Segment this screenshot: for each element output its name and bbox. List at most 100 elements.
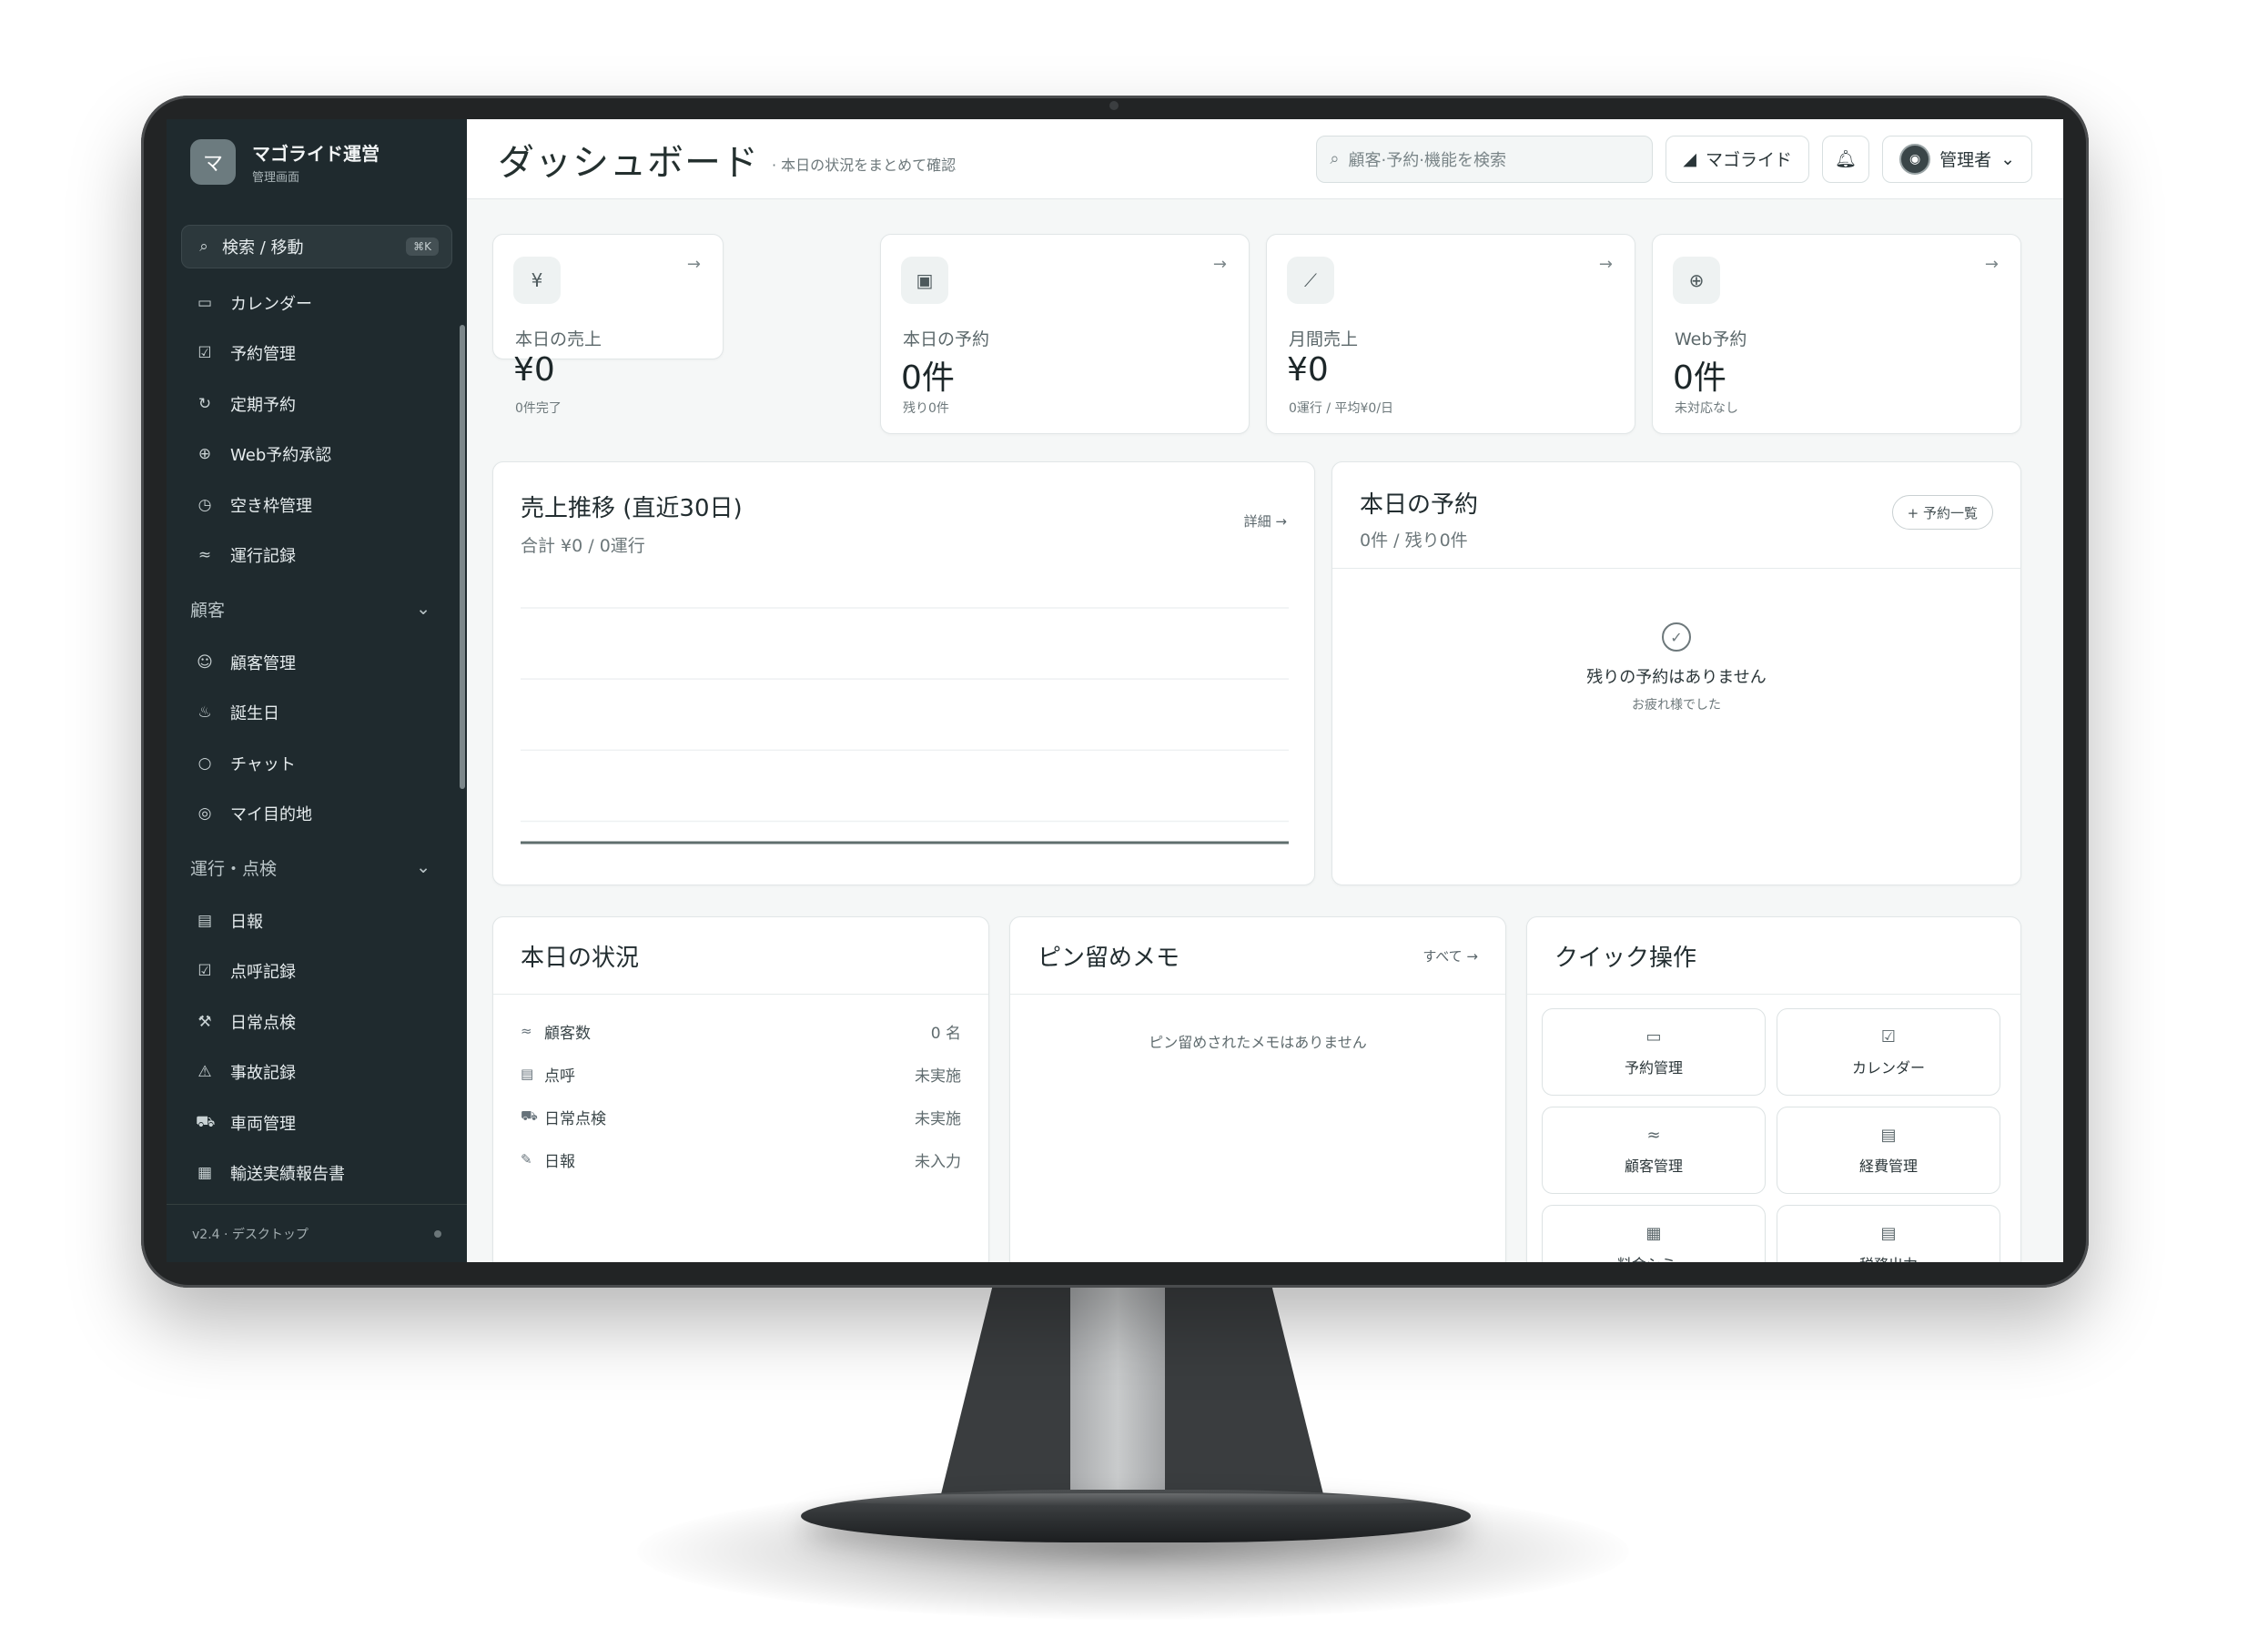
sidebar-item-label: 運行記録 <box>230 547 296 567</box>
calendar-icon: ▭ <box>197 293 213 312</box>
cake-icon: ♨ <box>197 703 212 723</box>
sidebar-item-birthdays[interactable]: ♨ 誕生日 <box>167 688 467 739</box>
quick-reservations-button[interactable]: ▭ 予約管理 <box>1542 1008 1766 1096</box>
sidebar-item-daily-report[interactable]: ▤ 日報 <box>167 895 467 946</box>
sidebar-item-label: Web予約承認 <box>230 446 332 466</box>
map-pin-icon: ◎ <box>197 804 212 824</box>
clipboard-icon: ▤ <box>521 1066 534 1082</box>
main-content: ダッシュボード · 本日の状況をまとめて確認 ⌕ 顧客·予約·機能を検索 ◢ マ… <box>467 119 2063 1262</box>
leaf-icon: ◢ <box>1683 148 1697 169</box>
sidebar-search[interactable]: ⌕ 検索 / 移動 ⌘K <box>181 225 452 268</box>
quick-tax-export-button[interactable]: ▤税務出力 <box>1777 1205 2000 1262</box>
stat-note: 残り0件 <box>903 401 949 416</box>
yen-icon: ¥ <box>513 257 561 304</box>
calendar-icon: ▭ <box>1645 1026 1662 1046</box>
status-row-inspection: ⛟ 日常点検 未実施 <box>521 1107 961 1128</box>
memo-empty-text: ピン留めされたメモはありません <box>1149 1034 1367 1051</box>
sidebar-item-label: 顧客管理 <box>230 653 296 673</box>
stat-label: Web予約 <box>1675 329 1747 349</box>
receipt-icon: ▤ <box>1880 1125 1897 1145</box>
reservation-list-button[interactable]: + 予約一覧 <box>1891 495 1993 530</box>
brand-switch-button[interactable]: ◢ マゴライド <box>1666 135 1810 183</box>
car-icon: ⛟ <box>196 1112 216 1131</box>
header-search-input[interactable]: ⌕ 顧客·予約·機能を検索 <box>1316 135 1654 183</box>
sidebar-item-trip-log[interactable]: ≈ 運行記録 <box>167 531 467 581</box>
search-icon: ⌕ <box>199 238 208 256</box>
sidebar-item-label: マイ目的地 <box>230 805 312 825</box>
user-menu-button[interactable]: ◉ 管理者 ⌄ <box>1882 135 2032 183</box>
sidebar-footer: v2.4 · デスクトップ <box>167 1204 467 1262</box>
quick-fare-sim-button[interactable]: ▦料金シミュ <box>1542 1205 1766 1262</box>
stat-value: ¥0 <box>513 351 555 389</box>
header-search-placeholder: 顧客·予約·機能を検索 <box>1348 150 1506 170</box>
notifications-button[interactable]: 🔔︎ <box>1822 135 1870 183</box>
empty-reservations-title: 残りの予約はありません <box>1586 668 1767 687</box>
sidebar-scrollbar[interactable] <box>460 325 465 789</box>
sidebar-item-reservations[interactable]: ☑ 予約管理 <box>167 329 467 379</box>
sidebar-item-recurring[interactable]: ↻ 定期予約 <box>167 379 467 430</box>
car-icon: ⛟ <box>521 1107 538 1124</box>
sidebar-section-operations[interactable]: 運行・点検 ⌄ <box>167 839 467 895</box>
clipboard-icon: ▤ <box>197 911 213 930</box>
reservations-sub: 0件 / 残り0件 <box>1360 531 1468 551</box>
version-label: v2.4 · デスクトップ <box>192 1227 309 1242</box>
search-icon: ⌕ <box>1330 149 1340 168</box>
sidebar-item-inspection[interactable]: ⚒ 日常点検 <box>167 996 467 1047</box>
stat-card-monthly-sales[interactable]: ⟋ → 月間売上 ¥0 0運行 / 平均¥0/日 <box>1266 234 1635 434</box>
chevron-down-icon: ⌄ <box>2000 148 2015 169</box>
quick-calendar-button[interactable]: ☑ カレンダー <box>1777 1008 2000 1096</box>
arrow-right-icon: → <box>1212 255 1227 274</box>
memo-title: ピン留めメモ <box>1038 945 1180 972</box>
repeat-icon: ↻ <box>197 394 212 413</box>
sidebar-item-slots[interactable]: ◷ 空き枠管理 <box>167 480 467 531</box>
edit-icon: ✎ <box>521 1151 532 1168</box>
screen: マ マゴライド運営 管理画面 ⌕ 検索 / 移動 ⌘K ▭ カレンダー ☑ 予約管理… <box>167 119 2063 1262</box>
status-dot <box>434 1229 441 1238</box>
warning-icon: ⚠ <box>197 1063 212 1082</box>
globe-icon: ⊕ <box>1673 257 1720 304</box>
sidebar-search-label: 検索 / 移動 <box>222 238 304 258</box>
brand-title: マゴライド運営 <box>252 143 380 165</box>
clock-icon: ◷ <box>197 495 212 514</box>
quick-customers-button[interactable]: ≈ 顧客管理 <box>1542 1107 1766 1194</box>
brand[interactable]: マ マゴライド運営 管理画面 <box>167 119 467 205</box>
bell-icon: 🔔︎ <box>1835 149 1858 169</box>
chat-icon: ○ <box>197 753 212 773</box>
arrow-right-icon: → <box>1984 255 1999 274</box>
stat-note: 未対応なし <box>1675 401 1738 416</box>
calculator-icon: ▦ <box>1645 1223 1662 1243</box>
wrench-icon: ⚒ <box>197 1012 212 1031</box>
stat-card-today-sales[interactable]: ¥ → 本日の売上 ¥0 0件完了 <box>492 234 724 416</box>
sidebar-item-label: 点呼記録 <box>230 963 296 983</box>
route-icon: ≈ <box>1646 1125 1661 1145</box>
brand-subtitle: 管理画面 <box>252 171 300 185</box>
memo-all-link[interactable]: すべて → <box>1423 946 1478 966</box>
stat-note: 0件完了 <box>515 401 562 416</box>
sidebar-item-label: チャット <box>230 754 296 774</box>
sidebar-section-customers[interactable]: 顧客 ⌄ <box>167 581 467 637</box>
monitor-stand-strip <box>1070 1283 1165 1502</box>
sidebar-item-vehicles[interactable]: ⛟ 車両管理 <box>167 1097 467 1148</box>
sidebar-item-web-approval[interactable]: ⊕ Web予約承認 <box>167 430 467 480</box>
sidebar-item-transport-report[interactable]: ▦ 輸送実績報告書 <box>167 1148 467 1199</box>
calendar-check-icon: ☑ <box>1880 1026 1897 1046</box>
sidebar-item-customers[interactable]: ☺ 顧客管理 <box>167 637 467 688</box>
sidebar-item-destinations[interactable]: ◎ マイ目的地 <box>167 789 467 840</box>
page-title: ダッシュボード <box>498 141 759 184</box>
sidebar-item-chat[interactable]: ○ チャット <box>167 738 467 789</box>
brand-switch-label: マゴライド <box>1706 150 1793 170</box>
calendar-icon: ▣ <box>901 257 948 304</box>
sidebar-item-rollcall[interactable]: ☑ 点呼記録 <box>167 946 467 997</box>
sidebar-item-calendar[interactable]: ▭ カレンダー <box>167 278 467 329</box>
quick-expenses-button[interactable]: ▤ 経費管理 <box>1777 1107 2000 1194</box>
stat-card-today-reservations[interactable]: ▣ → 本日の予約 0件 残り0件 <box>880 234 1250 434</box>
chevron-down-icon: ⌄ <box>416 857 430 877</box>
sales-chart-card: 売上推移 (直近30日) 合計 ¥0 / 0運行 詳細 → <box>492 461 1315 885</box>
stat-card-web-reservations[interactable]: ⊕ → Web予約 0件 未対応なし <box>1652 234 2021 434</box>
sidebar-item-accidents[interactable]: ⚠ 事故記録 <box>167 1047 467 1098</box>
quick-actions-title: クイック操作 <box>1554 945 1697 972</box>
sidebar: マ マゴライド運営 管理画面 ⌕ 検索 / 移動 ⌘K ▭ カレンダー ☑ 予約管理… <box>167 119 467 1262</box>
stat-value: 0件 <box>901 359 955 397</box>
route-icon: ≈ <box>521 1023 532 1039</box>
sidebar-item-label: 車両管理 <box>230 1114 296 1134</box>
